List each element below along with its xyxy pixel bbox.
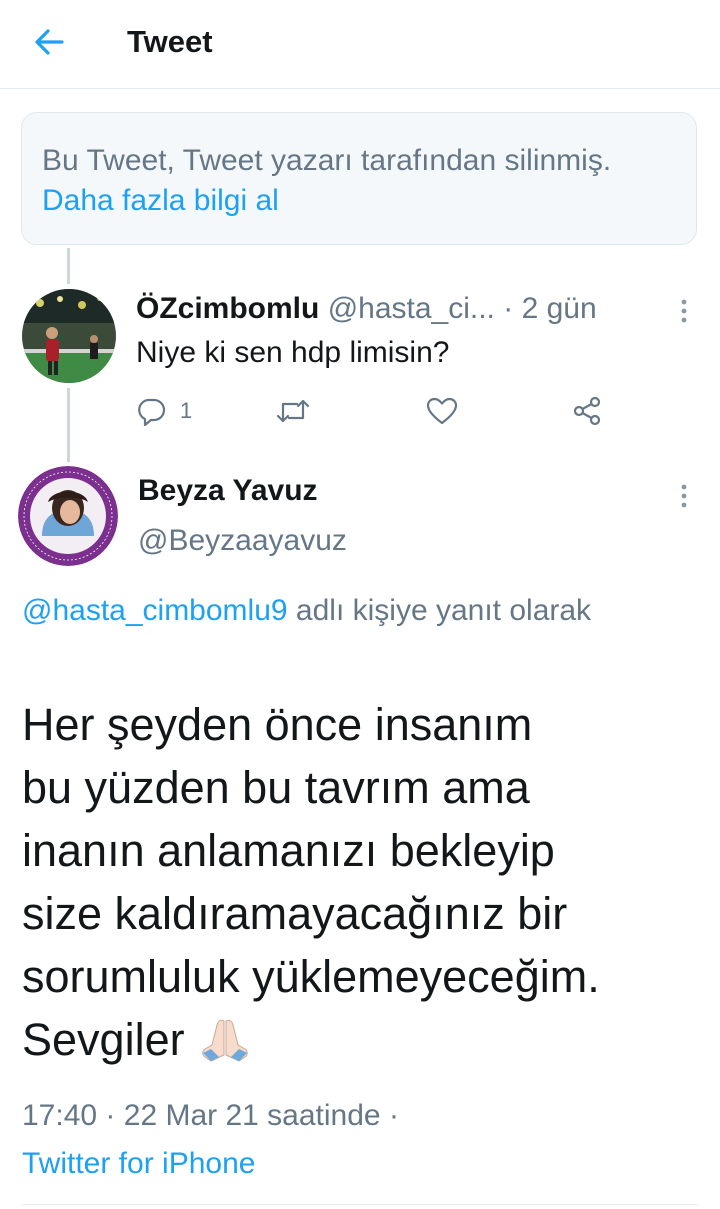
reply-button[interactable]: 1 — [136, 396, 192, 426]
like-button[interactable] — [426, 397, 458, 425]
tweet-line-last: Sevgiler — [22, 1008, 712, 1081]
top-bar: Tweet — [0, 0, 720, 89]
tweet-meta: 17:40 · 22 Mar 21 saatinde · Twitter for… — [22, 1092, 682, 1188]
retweet-icon — [276, 399, 310, 423]
thread-line — [67, 248, 70, 284]
tweet-line: bu yüzden bu tavrım ama — [22, 762, 530, 813]
learn-more-link[interactable]: Daha fazla bilgi al — [42, 184, 279, 217]
tweet-text: Niye ki sen hdp limisin? — [136, 336, 450, 369]
author-handle[interactable]: @hasta_ci... — [328, 292, 495, 325]
tweet-line: size kaldıramayacağınız bir — [22, 888, 568, 939]
retweet-button[interactable] — [275, 397, 311, 425]
more-vertical-icon — [681, 484, 687, 508]
replying-to: @hasta_cimbomlu9 adlı kişiye yanıt olara… — [22, 588, 682, 634]
separator: · — [503, 292, 514, 325]
mentioned-user-link[interactable]: @hasta_cimbomlu9 — [22, 594, 288, 627]
author-name[interactable]: ÖZcimbomlu — [136, 292, 319, 325]
thread-line — [67, 388, 70, 462]
tweet-time: 17:40 — [22, 1099, 98, 1132]
more-options-button[interactable] — [672, 481, 696, 511]
separator: · — [388, 1099, 399, 1132]
more-vertical-icon — [681, 299, 687, 323]
tweet-time[interactable]: 2 gün — [522, 292, 597, 325]
heart-icon — [426, 397, 458, 425]
tweet-source-link[interactable]: Twitter for iPhone — [22, 1147, 255, 1180]
divider — [22, 1204, 698, 1205]
reply-count: 1 — [180, 398, 193, 423]
page-title: Tweet — [127, 24, 213, 59]
arrow-left-icon — [35, 29, 64, 55]
reply-icon — [138, 398, 166, 426]
deleted-notice-text: Bu Tweet, Tweet yazarı tarafından silinm… — [42, 144, 612, 177]
share-button[interactable] — [572, 396, 602, 426]
folded-hands-icon — [197, 1015, 253, 1081]
back-button[interactable] — [30, 24, 70, 60]
author-name[interactable]: Beyza Yavuz — [138, 474, 318, 508]
tweet-line: Sevgiler — [22, 1014, 185, 1065]
profile-photo — [18, 466, 118, 566]
profile-photo — [22, 289, 116, 383]
avatar[interactable] — [22, 289, 116, 383]
reply-tweet-header: ÖZcimbomlu @hasta_ci... · 2 gün — [136, 292, 597, 326]
tweet-line: Her şeyden önce insanım — [22, 699, 533, 750]
separator: · — [105, 1099, 116, 1132]
deleted-tweet-notice: Bu Tweet, Tweet yazarı tarafından silinm… — [21, 112, 697, 245]
author-handle[interactable]: @Beyzaayavuz — [138, 524, 347, 558]
tweet-line: sorumluluk yüklemeyeceğim. — [22, 951, 600, 1002]
more-options-button[interactable] — [672, 296, 696, 326]
share-icon — [573, 396, 601, 426]
replying-to-suffix: adlı kişiye yanıt olarak — [295, 594, 592, 627]
tweet-text: Her şeyden önce insanım bu yüzden bu tav… — [22, 693, 712, 1081]
avatar[interactable] — [18, 466, 118, 566]
tweet-line: inanın anlamanızı bekleyip — [22, 825, 555, 876]
tweet-date: 22 Mar 21 saatinde — [123, 1099, 381, 1132]
